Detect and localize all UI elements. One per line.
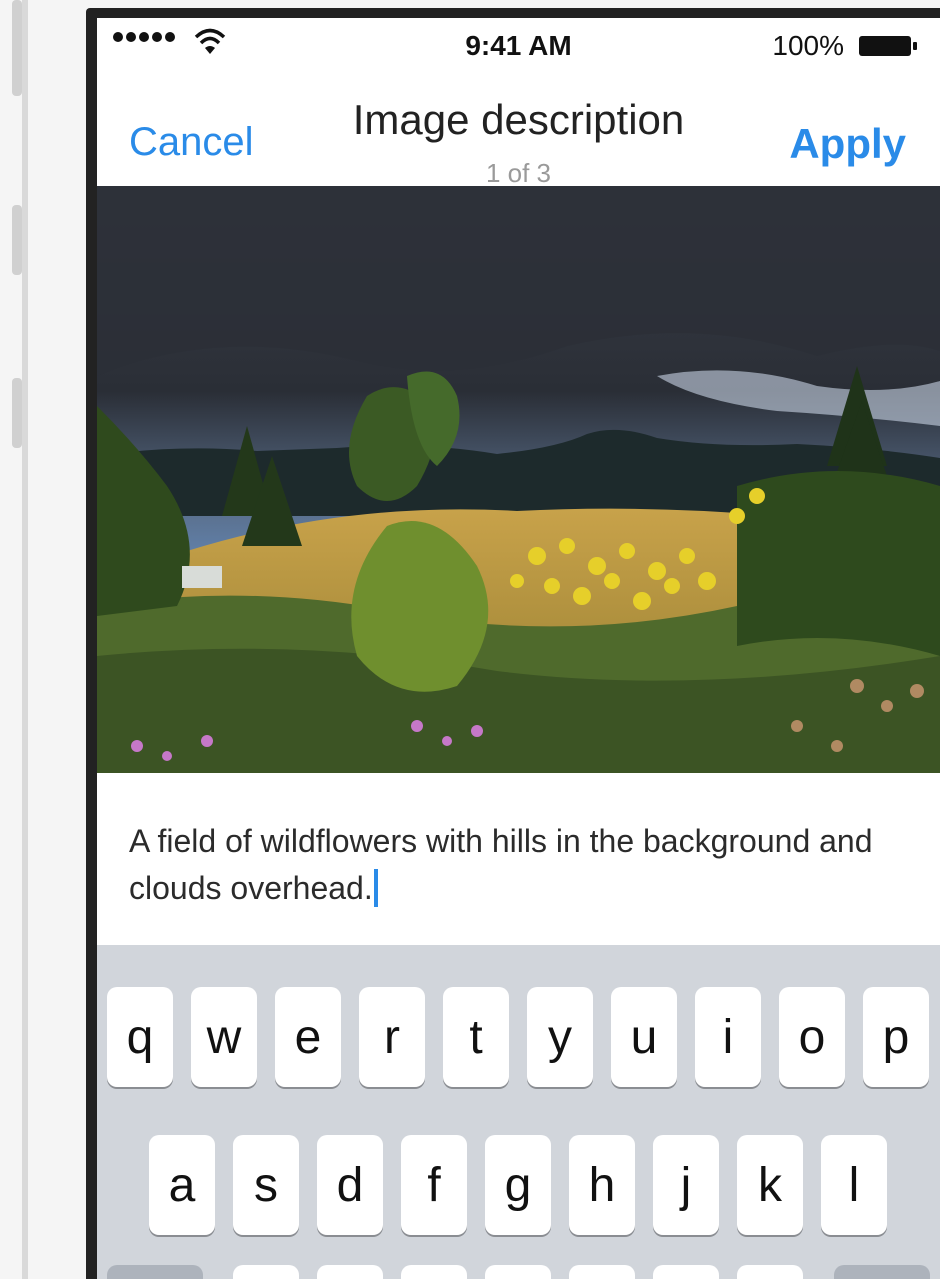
key-n[interactable] — [653, 1265, 719, 1279]
key-c[interactable] — [401, 1265, 467, 1279]
battery-icon — [859, 36, 917, 56]
text-cursor — [373, 869, 378, 907]
key-v[interactable] — [485, 1265, 551, 1279]
description-text-area[interactable]: A field of wildflowers with hills in the… — [129, 818, 909, 912]
key-j[interactable]: j — [653, 1135, 719, 1235]
key-p[interactable]: p — [863, 987, 929, 1087]
key-a[interactable]: a — [149, 1135, 215, 1235]
key-i[interactable]: i — [695, 987, 761, 1087]
key-o[interactable]: o — [779, 987, 845, 1087]
key-x[interactable] — [317, 1265, 383, 1279]
device-mute-switch — [12, 0, 22, 96]
description-text: A field of wildflowers with hills in the… — [129, 823, 873, 906]
key-z[interactable] — [233, 1265, 299, 1279]
key-y[interactable]: y — [527, 987, 593, 1087]
landscape-photo — [97, 186, 940, 773]
backspace-key[interactable] — [834, 1265, 930, 1279]
key-h[interactable]: h — [569, 1135, 635, 1235]
key-u[interactable]: u — [611, 987, 677, 1087]
key-w[interactable]: w — [191, 987, 257, 1087]
shift-key[interactable] — [107, 1265, 203, 1279]
battery-percentage: 100% — [772, 30, 844, 61]
key-q[interactable]: q — [107, 987, 173, 1087]
device-volume-up — [12, 205, 22, 275]
screen: 9:41 AM 100% Cancel Image description 1 … — [97, 18, 940, 1279]
key-f[interactable]: f — [401, 1135, 467, 1235]
image-description-field[interactable]: A field of wildflowers with hills in the… — [97, 773, 940, 945]
key-k[interactable]: k — [737, 1135, 803, 1235]
key-b[interactable] — [569, 1265, 635, 1279]
key-m[interactable] — [737, 1265, 803, 1279]
key-g[interactable]: g — [485, 1135, 551, 1235]
device-volume-down — [12, 378, 22, 448]
keyboard: q w e r t y u i o p a s d f g h j k l — [97, 945, 940, 1279]
device-side-edge — [22, 0, 28, 1279]
key-s[interactable]: s — [233, 1135, 299, 1235]
navigation-bar: Cancel Image description 1 of 3 Apply — [97, 76, 940, 188]
key-r[interactable]: r — [359, 987, 425, 1087]
key-d[interactable]: d — [317, 1135, 383, 1235]
apply-button[interactable]: Apply — [789, 120, 906, 168]
key-e[interactable]: e — [275, 987, 341, 1087]
key-l[interactable]: l — [821, 1135, 887, 1235]
key-t[interactable]: t — [443, 987, 509, 1087]
status-bar: 9:41 AM 100% — [97, 18, 940, 76]
